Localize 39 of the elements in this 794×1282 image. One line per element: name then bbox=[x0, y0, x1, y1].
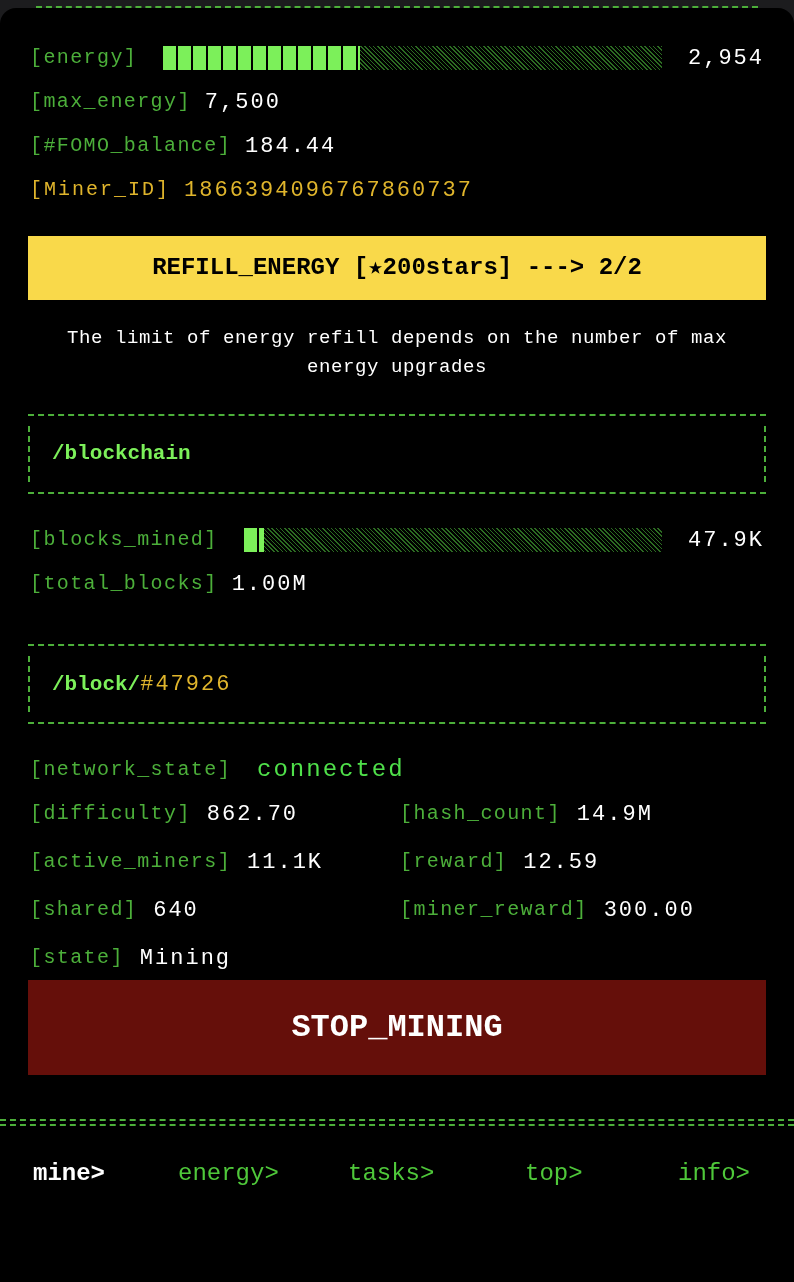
field-value: 300.00 bbox=[603, 896, 695, 925]
field-label: [network_state] bbox=[30, 757, 232, 783]
network-state-value: connected bbox=[257, 755, 405, 785]
field-value: 640 bbox=[153, 896, 199, 925]
miner-id-value: 1866394096767860737 bbox=[184, 176, 473, 205]
stop-mining-button[interactable]: STOP_MINING bbox=[28, 980, 766, 1075]
nav-tab[interactable]: mine> bbox=[33, 1160, 105, 1187]
field-label: [hash_count] bbox=[400, 801, 561, 827]
field-label: [shared] bbox=[30, 897, 138, 923]
block-number: #47926 bbox=[140, 670, 232, 699]
field-value: 14.9M bbox=[576, 800, 653, 829]
field-label: [difficulty] bbox=[30, 801, 191, 827]
field-label: [#FOMO_balance] bbox=[30, 133, 232, 159]
refill-note: The limit of energy refill depends on the number of max energy upgrades bbox=[65, 326, 729, 380]
section-title: /blockchain bbox=[52, 441, 191, 468]
field-label: [miner_reward] bbox=[400, 897, 588, 923]
field-value: 862.70 bbox=[206, 800, 299, 829]
field-value: 12.59 bbox=[523, 848, 600, 877]
field-label: [max_energy] bbox=[30, 89, 191, 115]
refill-energy-button[interactable]: REFILL_ENERGY [★200stars] ---> 2/2 bbox=[28, 236, 766, 300]
field-label: [active_miners] bbox=[30, 849, 232, 875]
field-value: 7,500 bbox=[204, 88, 281, 117]
nav-tab[interactable]: top> bbox=[525, 1160, 583, 1187]
field-value: 11.1K bbox=[247, 848, 324, 877]
meter-reading: 47.9K bbox=[688, 526, 764, 555]
field-value: Mining bbox=[139, 944, 232, 973]
field-label: [state] bbox=[30, 945, 124, 971]
field-label: [energy] bbox=[30, 45, 138, 71]
field-value: 1.00M bbox=[231, 570, 308, 599]
field-label: [Miner_ID] bbox=[30, 177, 171, 203]
field-label: [blocks_mined] bbox=[30, 527, 218, 553]
nav-tab[interactable]: info> bbox=[678, 1160, 750, 1187]
field-label: [total_blocks] bbox=[30, 571, 218, 597]
nav-tab[interactable]: tasks> bbox=[348, 1160, 435, 1187]
meter-reading: 2,954 bbox=[688, 44, 764, 73]
section-title: /block/ bbox=[52, 671, 141, 698]
field-value: 184.44 bbox=[245, 132, 337, 161]
field-label: [reward] bbox=[400, 849, 508, 875]
nav-tab[interactable]: energy> bbox=[178, 1160, 279, 1187]
